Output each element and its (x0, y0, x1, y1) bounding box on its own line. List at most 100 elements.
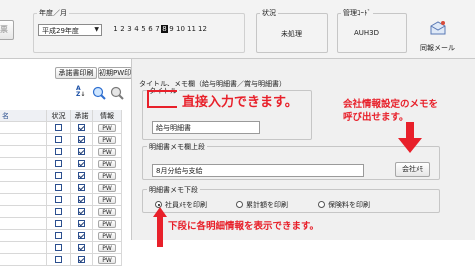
year-select[interactable]: 平成29年度 ▼ (38, 24, 102, 36)
status-checkbox[interactable] (55, 184, 62, 191)
table-row[interactable]: PW (0, 194, 122, 206)
info-cell: PW (93, 218, 122, 230)
pw-button[interactable]: PW (98, 148, 116, 156)
company-memo-callout-line2: 呼び出せます。 (343, 112, 409, 123)
status-checkbox[interactable] (55, 196, 62, 203)
approve-checkbox[interactable] (78, 184, 85, 191)
status-cell (47, 182, 71, 194)
column-header-status[interactable]: 状況 (47, 110, 71, 122)
pw-button[interactable]: PW (98, 160, 116, 168)
approve-checkbox[interactable] (78, 136, 85, 143)
approve-cell (71, 146, 93, 158)
month-3[interactable]: 3 (126, 25, 133, 33)
name-cell (0, 146, 47, 158)
approve-checkbox[interactable] (78, 196, 85, 203)
month-1[interactable]: 1 (112, 25, 119, 33)
status-cell (47, 194, 71, 206)
name-cell (0, 230, 47, 242)
status-checkbox[interactable] (55, 160, 62, 167)
send-mail-button[interactable]: 同報メール (413, 18, 463, 54)
status-checkbox[interactable] (55, 220, 62, 227)
table-row[interactable]: PW (0, 254, 122, 266)
pw-button[interactable]: PW (98, 172, 116, 180)
lower-info-callout: 下段に各明細情報を表示できます。 (168, 221, 320, 232)
month-12[interactable]: 12 (197, 25, 208, 33)
pw-button[interactable]: PW (98, 124, 116, 132)
status-checkbox[interactable] (55, 208, 62, 215)
pw-button[interactable]: PW (98, 244, 116, 252)
table-row[interactable]: PW (0, 134, 122, 146)
table-row[interactable]: PW (0, 170, 122, 182)
approve-checkbox[interactable] (78, 220, 85, 227)
memo-upper-input[interactable]: 8月分給与支給 (152, 164, 364, 177)
title-input[interactable]: 給与明細書 (152, 121, 260, 134)
info-cell: PW (93, 122, 122, 134)
approve-cell (71, 194, 93, 206)
month-2[interactable]: 2 (119, 25, 126, 33)
month-5[interactable]: 5 (140, 25, 147, 33)
sort-az-icon[interactable]: A Z↓ (76, 86, 86, 100)
approve-checkbox[interactable] (78, 148, 85, 155)
pw-button[interactable]: PW (98, 232, 116, 240)
approve-checkbox[interactable] (78, 160, 85, 167)
status-cell (47, 218, 71, 230)
status-cell (47, 134, 71, 146)
month-9[interactable]: 9 (168, 25, 175, 33)
month-8-selected[interactable]: 8 (161, 25, 168, 33)
info-cell: PW (93, 230, 122, 242)
status-checkbox[interactable] (55, 172, 62, 179)
zoom-in-icon[interactable] (92, 86, 106, 100)
info-cell: PW (93, 134, 122, 146)
arrow-up-icon (153, 207, 167, 247)
month-11[interactable]: 11 (186, 25, 197, 33)
table-row[interactable]: PW (0, 242, 122, 254)
info-cell: PW (93, 170, 122, 182)
status-checkbox[interactable] (55, 256, 62, 263)
pw-button[interactable]: PW (98, 184, 116, 192)
table-row[interactable]: PW (0, 158, 122, 170)
name-cell (0, 218, 47, 230)
status-checkbox[interactable] (55, 124, 62, 131)
pw-button[interactable]: PW (98, 220, 116, 228)
column-header-info[interactable]: 情報 (93, 110, 122, 122)
radio-cumulative[interactable] (236, 201, 243, 208)
approve-checkbox[interactable] (78, 208, 85, 215)
pw-button[interactable]: PW (98, 256, 116, 264)
first-pw-print-button[interactable]: 初期PW印刷 (98, 67, 132, 79)
approve-checkbox[interactable] (78, 124, 85, 131)
info-cell: PW (93, 194, 122, 206)
month-10[interactable]: 10 (175, 25, 186, 33)
pw-button[interactable]: PW (98, 208, 116, 216)
status-cell (47, 158, 71, 170)
month-7[interactable]: 7 (154, 25, 161, 33)
table-row[interactable]: PW (0, 146, 122, 158)
radio-insurance[interactable] (318, 201, 325, 208)
column-header-approve[interactable]: 承諾 (71, 110, 93, 122)
approve-cell (71, 158, 93, 170)
month-4[interactable]: 4 (133, 25, 140, 33)
approve-checkbox[interactable] (78, 244, 85, 251)
table-row[interactable]: PW (0, 218, 122, 230)
table-row[interactable]: PW (0, 182, 122, 194)
month-6[interactable]: 6 (147, 25, 154, 33)
mail-icon (430, 21, 446, 35)
table-row[interactable]: PW (0, 122, 122, 134)
pw-button[interactable]: PW (98, 136, 116, 144)
zoom-out-icon[interactable] (110, 86, 124, 100)
approve-checkbox[interactable] (78, 256, 85, 263)
name-cell (0, 194, 47, 206)
approve-print-button[interactable]: 承諾書印刷 (55, 67, 97, 79)
partial-button[interactable]: 票 (0, 20, 14, 40)
table-row[interactable]: PW (0, 230, 122, 242)
approve-checkbox[interactable] (78, 172, 85, 179)
status-checkbox[interactable] (55, 232, 62, 239)
column-header-name[interactable]: 名 (0, 110, 47, 122)
table-row[interactable]: PW (0, 206, 122, 218)
status-cell (47, 242, 71, 254)
status-checkbox[interactable] (55, 136, 62, 143)
status-checkbox[interactable] (55, 244, 62, 251)
status-checkbox[interactable] (55, 148, 62, 155)
pw-button[interactable]: PW (98, 196, 116, 204)
approve-checkbox[interactable] (78, 232, 85, 239)
company-memo-button[interactable]: 会社ﾒﾓ (395, 162, 430, 177)
